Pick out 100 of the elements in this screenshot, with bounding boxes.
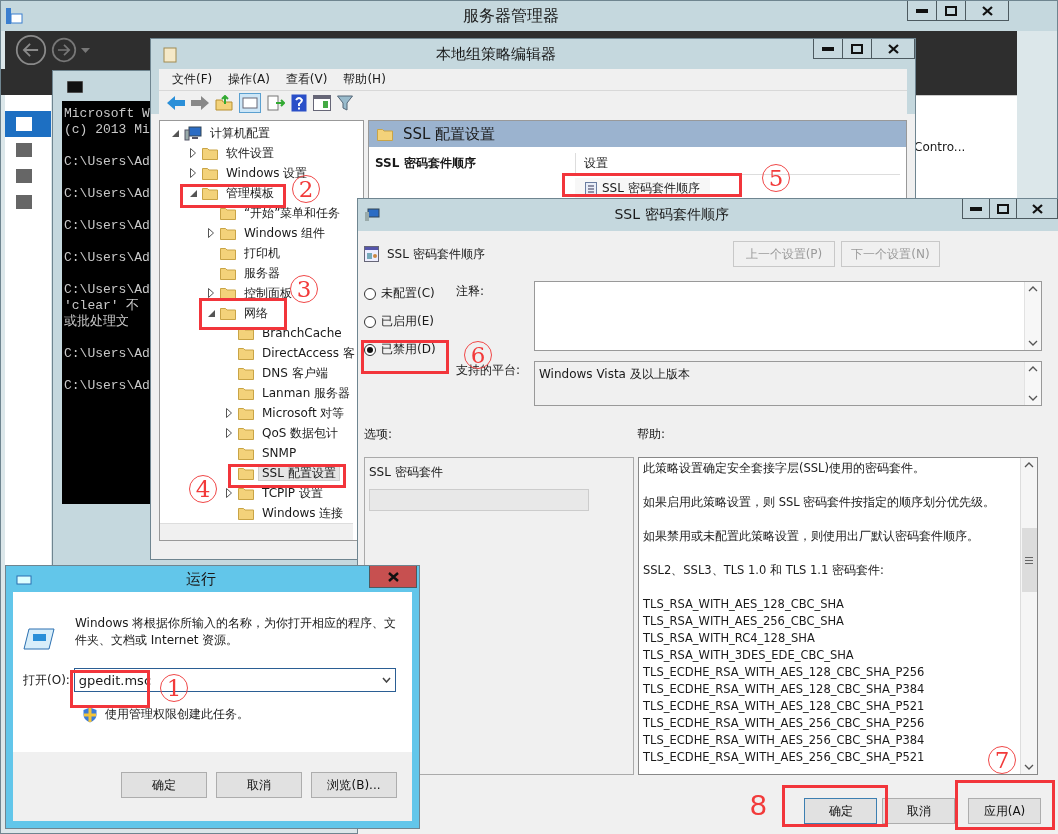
expanded-arrow-icon[interactable] xyxy=(207,309,215,317)
properties-icon[interactable] xyxy=(313,94,331,111)
scroll-up-icon[interactable] xyxy=(1024,462,1034,468)
back-icon[interactable] xyxy=(15,34,47,66)
expanded-arrow-icon[interactable] xyxy=(171,129,179,137)
close-icon xyxy=(887,43,899,54)
suite-name: TLS_ECDHE_RSA_WITH_AES_128_CBC_SHA_P384 xyxy=(643,681,925,698)
console-line: 或批处理文 xyxy=(64,314,129,330)
option-field[interactable] xyxy=(369,489,589,511)
help-text: 如果启用此策略设置，则 SSL 密码套件按指定的顺序划分优先级。 xyxy=(643,494,996,511)
scroll-up-icon[interactable] xyxy=(1028,286,1038,292)
tree-item[interactable]: 软件设置 xyxy=(222,145,278,161)
close-button[interactable] xyxy=(1016,199,1058,219)
ok-button[interactable]: 确定 xyxy=(121,772,207,798)
console-line: C:\Users\Ad xyxy=(64,250,150,266)
maximize-icon xyxy=(945,5,957,16)
scroll-down-icon[interactable] xyxy=(1024,764,1034,770)
minimize-button[interactable] xyxy=(907,1,937,21)
forward-icon[interactable] xyxy=(51,37,77,63)
policy-icon xyxy=(364,246,379,262)
expanded-arrow-icon[interactable] xyxy=(189,189,197,197)
console-line: C:\Users\Ad xyxy=(64,186,150,202)
radio-button[interactable] xyxy=(364,315,376,328)
help-icon[interactable] xyxy=(291,93,307,112)
suite-name: TLS_ECDHE_RSA_WITH_AES_128_CBC_SHA_P521 xyxy=(643,698,925,715)
minimize-icon xyxy=(822,46,834,51)
cancel-button[interactable]: 取消 xyxy=(216,772,302,798)
scroll-thumb[interactable] xyxy=(1021,528,1037,592)
suite-name: TLS_RSA_WITH_AES_128_CBC_SHA xyxy=(643,596,844,613)
tree-item[interactable]: Windows 组件 xyxy=(240,225,330,241)
tree-item[interactable]: Microsoft 对等 xyxy=(258,405,349,421)
console-line: 'clear' 不 xyxy=(64,298,140,314)
scroll-down-icon[interactable] xyxy=(1028,340,1038,346)
run-icon xyxy=(16,575,32,585)
radio-label[interactable]: 未配置(C) xyxy=(381,285,435,302)
collapsed-arrow-icon[interactable] xyxy=(226,488,232,498)
policy-title: SSL 密码套件顺序 xyxy=(375,155,477,172)
menu-item[interactable]: 操作(A) xyxy=(221,69,277,90)
scroll-down-icon[interactable] xyxy=(1028,395,1038,401)
tree-item[interactable]: 管理模板 xyxy=(222,185,278,201)
suite-name: TLS_RSA_WITH_AES_256_CBC_SHA xyxy=(643,613,844,630)
tree-item[interactable]: 网络 xyxy=(240,305,272,321)
minimize-button[interactable] xyxy=(813,39,843,59)
section-label: 选项: xyxy=(364,426,394,443)
tree-item[interactable]: DirectAccess 客 xyxy=(258,345,359,361)
tree-item[interactable]: Windows 连接 xyxy=(258,505,348,521)
menu-item[interactable]: 帮助(H) xyxy=(336,69,393,90)
tree-item[interactable]: “开始”菜单和任务 xyxy=(240,205,345,221)
window-title: SSL 密码套件顺序 xyxy=(613,206,730,224)
console-icon xyxy=(67,81,83,93)
ok-button[interactable]: 确定 xyxy=(804,798,877,824)
console-line: C:\Users\Ad xyxy=(64,282,150,298)
folder-icon xyxy=(238,366,254,380)
close-button[interactable] xyxy=(871,39,915,59)
tree-item[interactable]: SNMP xyxy=(258,445,301,461)
radio-label[interactable]: 已启用(E) xyxy=(381,313,434,330)
tree-item[interactable]: BranchCache xyxy=(258,325,346,341)
console-line: C:\Users\Ad xyxy=(64,346,150,362)
scroll-up-icon[interactable] xyxy=(1028,366,1038,372)
tree-item[interactable]: 计算机配置 xyxy=(206,125,274,141)
app-icon xyxy=(5,7,23,25)
editor-icon xyxy=(163,47,177,63)
scrollbar[interactable] xyxy=(160,523,353,540)
radio-button[interactable] xyxy=(364,343,376,356)
panel-icon[interactable] xyxy=(239,92,261,113)
tree-item[interactable]: 服务器 xyxy=(240,265,284,281)
help-text: 此策略设置确定安全套接字层(SSL)使用的密码套件。 xyxy=(643,460,925,477)
tree-item[interactable]: Lanman 服务器 xyxy=(258,385,355,401)
export-icon[interactable] xyxy=(267,94,285,111)
menu-item[interactable]: 查看(V) xyxy=(278,69,335,90)
folder-icon xyxy=(220,206,236,220)
close-button[interactable] xyxy=(965,1,1009,21)
collapsed-arrow-icon[interactable] xyxy=(208,228,214,238)
tree-item[interactable]: 打印机 xyxy=(240,245,284,261)
forward-icon[interactable] xyxy=(191,95,209,110)
comment-field[interactable] xyxy=(534,281,1042,351)
field-label: 打开(O): xyxy=(23,671,70,689)
cancel-button[interactable]: 取消 xyxy=(882,798,955,824)
nav-item[interactable] xyxy=(5,111,51,137)
apply-button[interactable]: 应用(A) xyxy=(968,798,1041,824)
folder-icon xyxy=(202,166,218,180)
maximize-icon xyxy=(851,43,863,54)
tree-item[interactable]: DNS 客户端 xyxy=(258,365,332,381)
tree-item[interactable]: QoS 数据包计 xyxy=(258,425,343,441)
radio-label[interactable]: 已禁用(D) xyxy=(381,341,436,358)
browse-button[interactable]: 浏览(B)... xyxy=(311,772,397,798)
folder-icon xyxy=(220,266,236,280)
radio-button[interactable] xyxy=(364,287,376,300)
up-folder-icon[interactable] xyxy=(215,94,233,111)
console-line: Microsoft W xyxy=(64,106,150,122)
menu-item[interactable]: 文件(F) xyxy=(165,69,220,90)
folder-icon xyxy=(220,226,236,240)
folder-icon xyxy=(238,466,254,480)
caret-icon[interactable] xyxy=(381,677,391,683)
collapsed-arrow-icon[interactable] xyxy=(208,288,214,298)
back-icon[interactable] xyxy=(167,95,185,110)
filter-icon[interactable] xyxy=(337,94,353,111)
minimize-button[interactable] xyxy=(962,199,990,219)
minimize-icon xyxy=(916,8,928,13)
dropdown-icon[interactable] xyxy=(81,47,90,53)
